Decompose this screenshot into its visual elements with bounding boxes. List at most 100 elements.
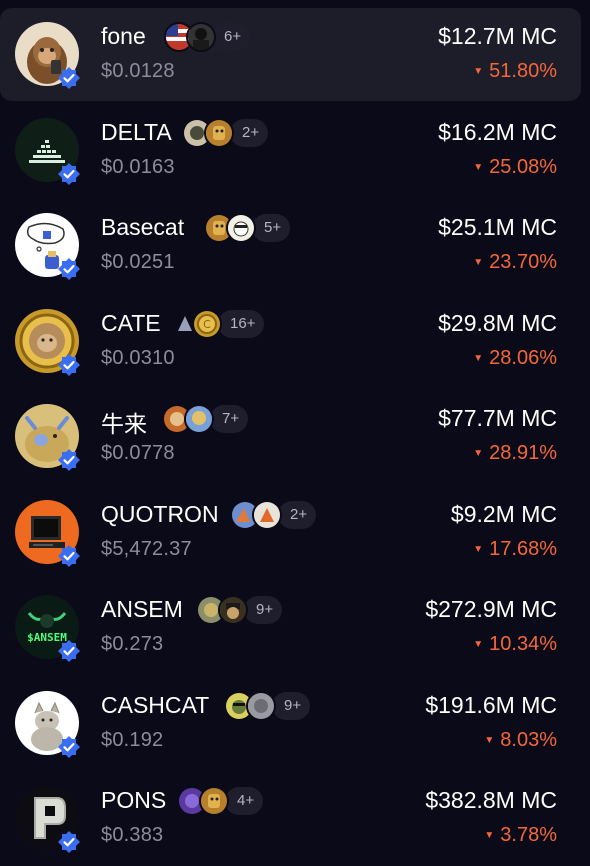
holder-avatar xyxy=(226,213,256,243)
holders-count: 5+ xyxy=(252,214,291,242)
market-cap: $16.2M MC xyxy=(438,119,557,145)
price-change-value: 10.34% xyxy=(489,633,557,655)
token-row-cate[interactable]: CATE C 16+ $29.8M MC $0.0310 ▼ 28.06% xyxy=(0,295,581,388)
market-cap: $382.8M MC xyxy=(425,787,557,813)
token-name: DELTA xyxy=(101,119,172,145)
market-cap: $77.7M MC xyxy=(438,405,557,431)
token-name: fone xyxy=(101,23,146,49)
holder-avatars[interactable]: 9+ xyxy=(196,595,283,625)
token-row-fone[interactable]: fone 6+ $12.7M MC $0.0128 ▼ 51.80% xyxy=(0,8,581,101)
token-price: $0.0251 xyxy=(101,251,175,273)
holder-avatar xyxy=(246,691,276,721)
price-change-value: 28.91% xyxy=(489,442,557,464)
token-price: $0.0778 xyxy=(101,442,175,464)
price-change-value: 51.80% xyxy=(489,60,557,82)
token-price: $0.0310 xyxy=(101,347,175,369)
down-triangle-icon: ▼ xyxy=(473,544,484,555)
holders-count: 2+ xyxy=(278,501,317,529)
holders-count: 9+ xyxy=(272,692,311,720)
token-price: $0.0163 xyxy=(101,156,175,178)
token-row-quotron[interactable]: QUOTRON 2+ $9.2M MC $5,472.37 ▼ 17.68% xyxy=(0,486,581,579)
holders-count: 6+ xyxy=(212,23,251,51)
price-change: ▼ 17.68% xyxy=(473,538,557,561)
verified-badge-icon xyxy=(57,735,81,759)
token-price: $0.0128 xyxy=(101,60,175,82)
holder-avatar xyxy=(218,595,248,625)
holders-count: 16+ xyxy=(218,310,265,338)
verified-badge-icon xyxy=(57,544,81,568)
holder-avatars[interactable]: 4+ xyxy=(177,786,264,816)
holder-avatar xyxy=(204,118,234,148)
token-name: 牛来 xyxy=(101,411,147,437)
token-price: $5,472.37 xyxy=(101,538,192,560)
price-change-value: 23.70% xyxy=(489,251,557,273)
token-name: Basecat xyxy=(101,214,185,240)
holder-avatars[interactable]: 5+ xyxy=(204,213,291,243)
verified-badge-icon xyxy=(57,353,81,377)
market-cap: $191.6M MC xyxy=(425,692,557,718)
price-change: ▼ 25.08% xyxy=(473,156,557,179)
verified-badge-icon xyxy=(57,830,81,854)
market-cap: $25.1M MC xyxy=(438,214,557,240)
down-triangle-icon: ▼ xyxy=(473,257,484,268)
holder-avatars[interactable]: 2+ xyxy=(182,118,269,148)
down-triangle-icon: ▼ xyxy=(473,639,484,650)
price-change: ▼ 51.80% xyxy=(473,60,557,83)
market-cap: $272.9M MC xyxy=(425,596,557,622)
price-change: ▼ 10.34% xyxy=(473,633,557,656)
holders-count: 9+ xyxy=(244,596,283,624)
holder-avatars[interactable]: 7+ xyxy=(162,404,249,434)
verified-badge-icon xyxy=(57,257,81,281)
token-row-basecat[interactable]: Basecat 5+ $25.1M MC $0.0251 ▼ 23.70% xyxy=(0,199,581,292)
down-triangle-icon: ▼ xyxy=(473,353,484,364)
token-name: CATE xyxy=(101,310,161,336)
down-triangle-icon: ▼ xyxy=(473,66,484,77)
holder-avatar xyxy=(199,786,229,816)
verified-badge-icon xyxy=(57,66,81,90)
verified-badge-icon xyxy=(57,448,81,472)
price-change-value: 25.08% xyxy=(489,156,557,178)
price-change: ▼ 8.03% xyxy=(484,729,557,752)
token-price: $0.383 xyxy=(101,824,164,846)
token-row-cashcat[interactable]: CASHCAT 9+ $191.6M MC $0.192 ▼ 8.03% xyxy=(0,677,581,770)
token-name: QUOTRON xyxy=(101,501,219,527)
price-change-value: 3.78% xyxy=(500,824,557,846)
market-cap: $12.7M MC xyxy=(438,23,557,49)
verified-badge-icon xyxy=(57,162,81,186)
token-row-delta[interactable]: DELTA 2+ $16.2M MC $0.0163 ▼ 25.08% xyxy=(0,104,581,197)
token-row-ansem[interactable]: $ANSEM ANSEM 9+ $272.9M MC $0.273 ▼ 10.34… xyxy=(0,581,581,674)
holder-avatar: C xyxy=(192,309,222,339)
price-change-value: 28.06% xyxy=(489,347,557,369)
verified-badge-icon xyxy=(57,639,81,663)
token-row-niulai[interactable]: 牛来 7+ $77.7M MC $0.0778 ▼ 28.91% xyxy=(0,390,581,483)
token-name: ANSEM xyxy=(101,596,183,622)
price-change-value: 8.03% xyxy=(500,729,557,751)
market-cap: $29.8M MC xyxy=(438,310,557,336)
holder-avatars[interactable]: 2+ xyxy=(230,500,317,530)
holders-count: 4+ xyxy=(225,787,264,815)
down-triangle-icon: ▼ xyxy=(473,448,484,459)
down-triangle-icon: ▼ xyxy=(484,735,495,746)
svg-text:C: C xyxy=(203,318,211,331)
token-list: fone 6+ $12.7M MC $0.0128 ▼ 51.80% DELTA … xyxy=(0,0,590,866)
market-cap: $9.2M MC xyxy=(450,501,557,527)
price-change: ▼ 28.91% xyxy=(473,442,557,465)
price-change: ▼ 23.70% xyxy=(473,251,557,274)
token-price: $0.273 xyxy=(101,633,164,655)
price-change: ▼ 3.78% xyxy=(484,824,557,847)
token-price: $0.192 xyxy=(101,729,164,751)
holder-avatars[interactable]: C 16+ xyxy=(170,309,265,339)
down-triangle-icon: ▼ xyxy=(473,162,484,173)
token-name: CASHCAT xyxy=(101,692,210,718)
holder-avatar xyxy=(186,22,216,52)
holders-count: 7+ xyxy=(210,405,249,433)
holder-avatar xyxy=(184,404,214,434)
holders-count: 2+ xyxy=(230,119,269,147)
price-change-value: 17.68% xyxy=(489,538,557,560)
holder-avatars[interactable]: 9+ xyxy=(224,691,311,721)
holder-avatars[interactable]: 6+ xyxy=(164,22,251,52)
token-name: PONS xyxy=(101,787,167,813)
down-triangle-icon: ▼ xyxy=(484,830,495,841)
token-row-pons[interactable]: PONS 4+ $382.8M MC $0.383 ▼ 3.78% xyxy=(0,772,581,865)
price-change: ▼ 28.06% xyxy=(473,347,557,370)
